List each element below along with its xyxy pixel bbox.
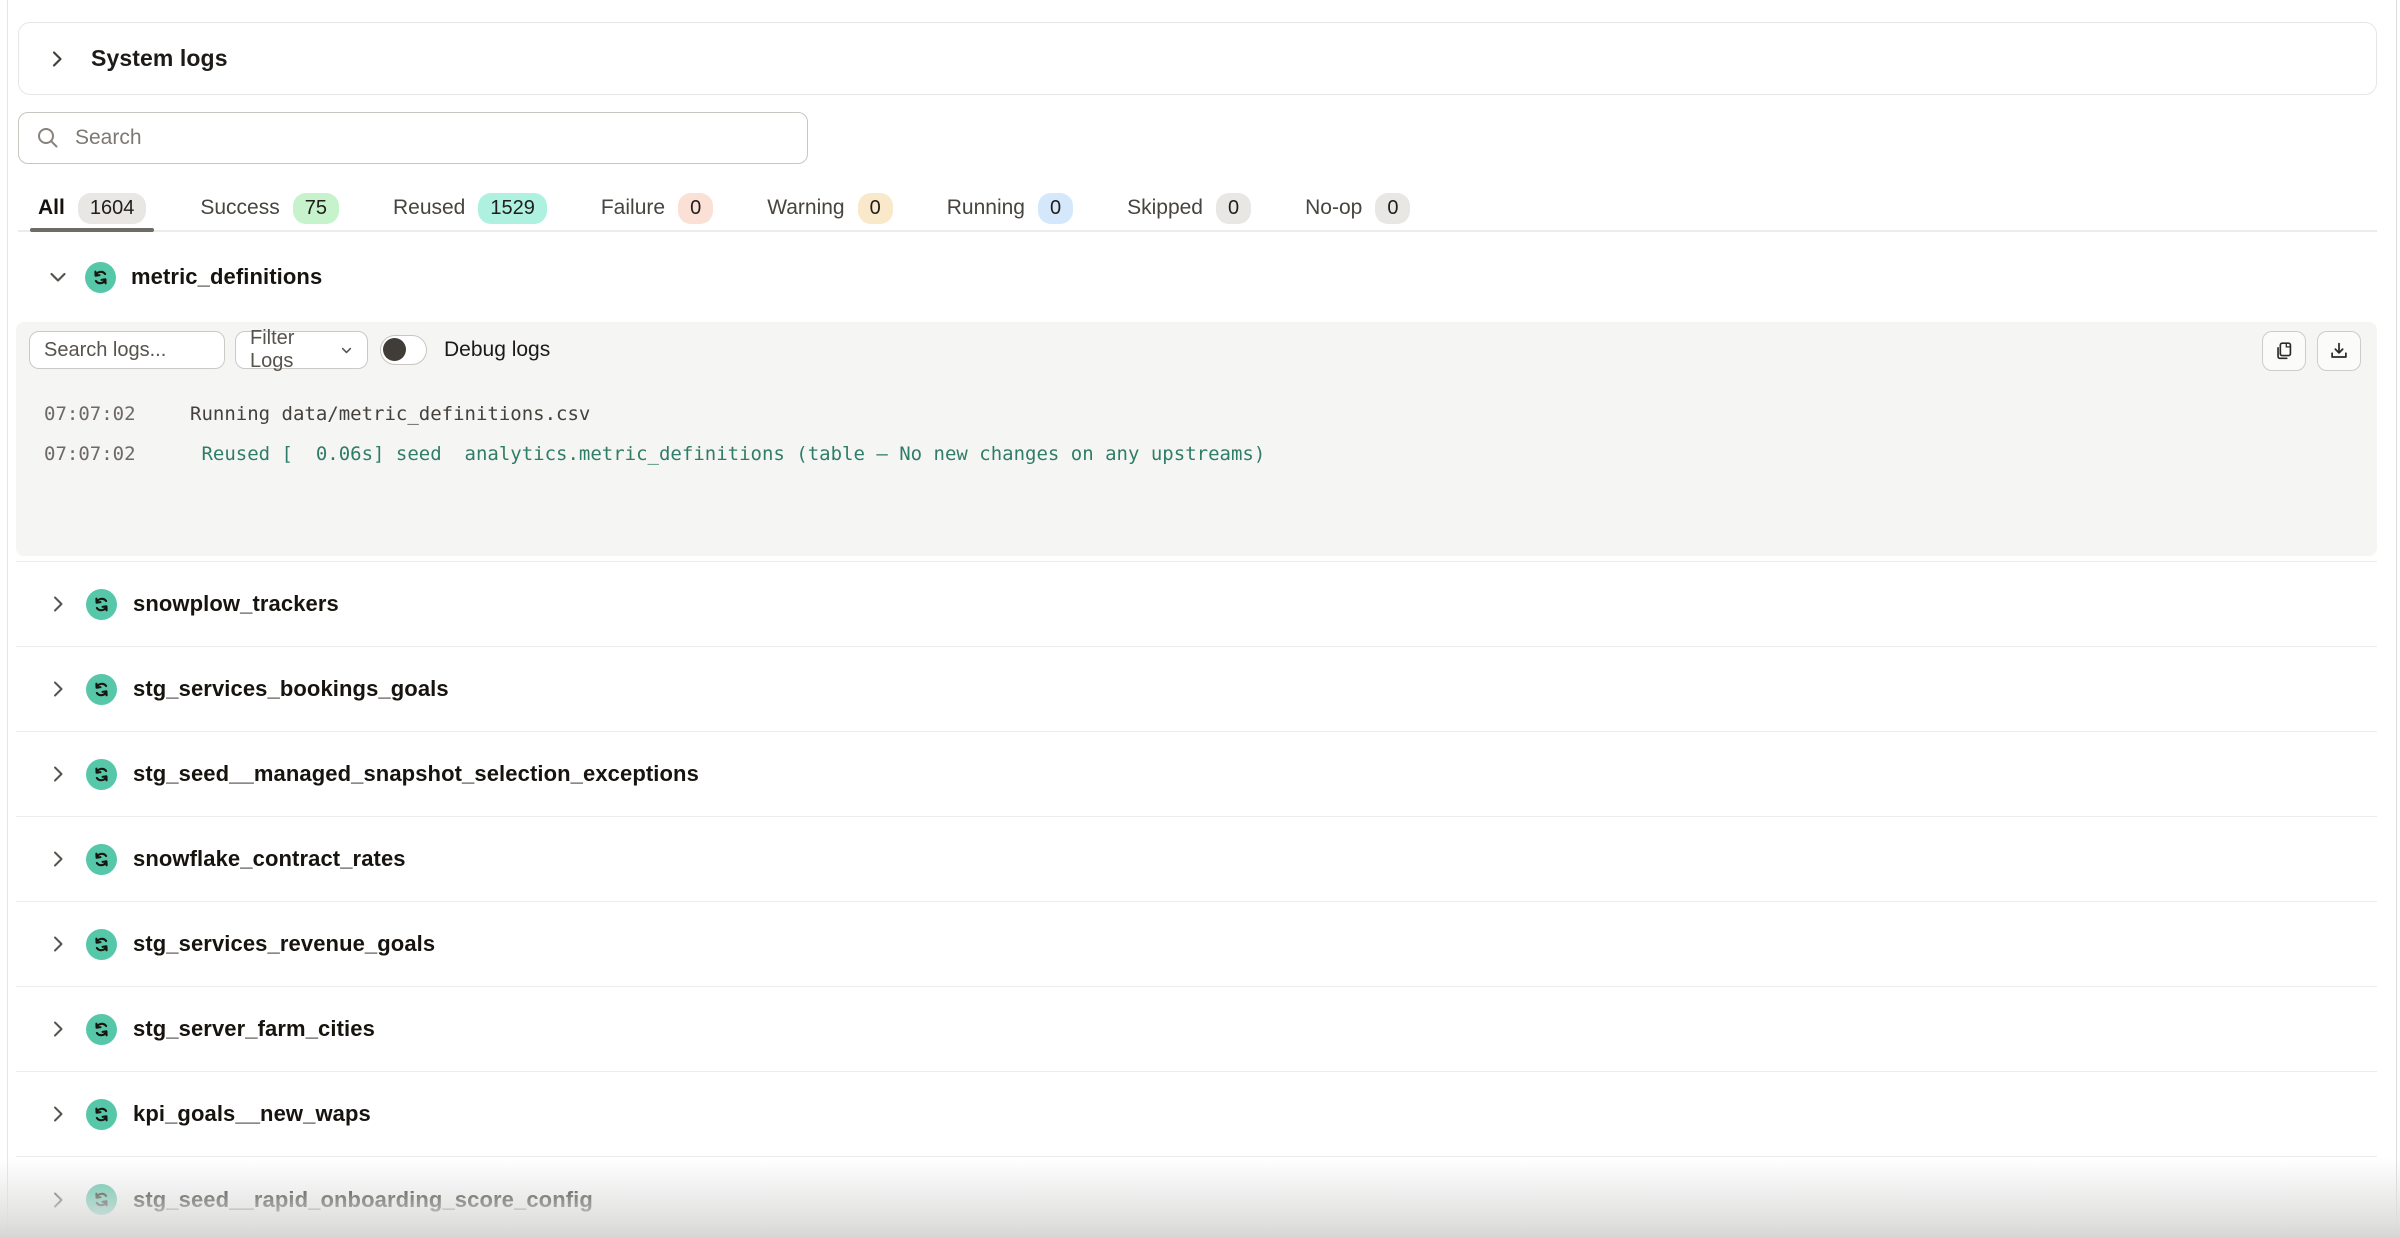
chevron-right-icon [45,47,69,71]
log-line: 07:07:02 Reused [ 0.06s] seed analytics.… [44,434,2357,474]
seed-sync-icon [86,759,117,790]
copy-icon [2273,340,2295,362]
log-message: Reused [ 0.06s] seed analytics.metric_de… [190,443,1265,465]
chevron-right-icon [46,1102,70,1126]
log-search-input[interactable] [29,331,225,369]
tab-skipped[interactable]: Skipped 0 [1127,186,1251,230]
chevron-right-icon [46,592,70,616]
right-edge-divider [2396,0,2397,1238]
chevron-right-icon [46,1017,70,1041]
tab-label: Failure [601,196,665,220]
download-logs-button[interactable] [2317,331,2361,371]
log-group-row-kpi_goals__new_waps[interactable]: kpi_goals__new_waps [16,1072,2377,1157]
log-group-label: stg_seed__managed_snapshot_selection_exc… [133,761,699,787]
tab-no-op[interactable]: No-op 0 [1305,186,1410,230]
tab-count-badge: 75 [293,193,339,224]
seed-sync-icon [86,1099,117,1130]
chevron-right-icon [46,762,70,786]
toggle-knob [383,338,406,361]
chevron-right-icon [46,847,70,871]
debug-logs-toggle[interactable] [380,335,427,365]
seed-sync-icon [86,1014,117,1045]
tab-count-badge: 0 [858,193,893,224]
log-output: 07:07:02 Running data/metric_definitions… [44,394,2357,474]
log-console: Filter Logs Debug logs [16,322,2377,556]
tab-label: Success [200,196,279,220]
app-root: System logs All 1604 Success 75 Reused 1… [0,0,2400,1238]
tab-count-badge: 1529 [478,193,547,224]
search-icon [35,125,61,151]
seed-sync-icon [86,589,117,620]
copy-logs-button[interactable] [2262,331,2306,371]
log-group-label: stg_services_bookings_goals [133,676,449,702]
tab-count-badge: 1604 [78,193,147,224]
tab-count-badge: 0 [1375,193,1410,224]
seed-sync-icon [86,844,117,875]
log-group-label: stg_services_revenue_goals [133,931,435,957]
system-logs-title: System logs [91,45,228,72]
log-group-label: snowflake_contract_rates [133,846,406,872]
log-group-row-stg_services_bookings_goals[interactable]: stg_services_bookings_goals [16,647,2377,732]
tab-reused[interactable]: Reused 1529 [393,186,547,230]
log-line: 07:07:02 Running data/metric_definitions… [44,394,2357,434]
filter-logs-label: Filter Logs [250,327,338,373]
tab-failure[interactable]: Failure 0 [601,186,713,230]
chevron-down-icon [46,265,70,289]
log-group-row-stg_server_farm_cities[interactable]: stg_server_farm_cities [16,987,2377,1072]
log-group-label: stg_server_farm_cities [133,1016,375,1042]
active-tab-indicator [30,228,154,232]
seed-sync-icon [85,262,116,293]
log-group-label: snowplow_trackers [133,591,339,617]
tab-all[interactable]: All 1604 [38,186,146,230]
tab-label: Warning [767,196,844,220]
tab-label: Running [947,196,1025,220]
tab-count-badge: 0 [678,193,713,224]
log-toolbar: Filter Logs Debug logs [16,331,2377,369]
tab-warning[interactable]: Warning 0 [767,186,893,230]
tab-count-badge: 0 [1038,193,1073,224]
tab-label: No-op [1305,196,1362,220]
seed-sync-icon [86,674,117,705]
tab-label: Reused [393,196,465,220]
tab-label: Skipped [1127,196,1203,220]
log-timestamp: 07:07:02 [44,403,144,425]
log-group-label: kpi_goals__new_waps [133,1101,371,1127]
download-icon [2328,340,2350,362]
log-group-row-snowplow_trackers[interactable]: snowplow_trackers [16,562,2377,647]
log-group-row-stg_seed__rapid_onboarding_score_config[interactable]: stg_seed__rapid_onboarding_score_config [16,1157,2377,1238]
seed-sync-icon [86,1184,117,1215]
status-tabs: All 1604 Success 75 Reused 1529 Failure … [18,186,2377,232]
section-header-metric-definitions[interactable]: metric_definitions [18,254,2377,300]
log-group-label: stg_seed__rapid_onboarding_score_config [133,1187,593,1213]
system-logs-header[interactable]: System logs [18,22,2377,95]
search-input[interactable] [75,126,807,150]
log-timestamp: 07:07:02 [44,443,144,465]
left-edge-divider [7,0,8,1238]
chevron-down-icon [338,342,355,359]
tab-running[interactable]: Running 0 [947,186,1073,230]
tab-success[interactable]: Success 75 [200,186,339,230]
tab-label: All [38,196,65,220]
filter-logs-dropdown[interactable]: Filter Logs [235,331,368,369]
debug-logs-label: Debug logs [444,331,550,369]
log-group-row-stg_services_revenue_goals[interactable]: stg_services_revenue_goals [16,902,2377,987]
log-group-row-snowflake_contract_rates[interactable]: snowflake_contract_rates [16,817,2377,902]
log-group-list: snowplow_trackers stg_services_bookings_… [16,561,2377,1238]
log-group-row-stg_seed__managed_snapshot_selection_exceptions[interactable]: stg_seed__managed_snapshot_selection_exc… [16,732,2377,817]
chevron-right-icon [46,932,70,956]
chevron-right-icon [46,1188,70,1212]
chevron-right-icon [46,677,70,701]
seed-sync-icon [86,929,117,960]
section-title: metric_definitions [131,264,322,290]
global-search-box [18,112,808,164]
log-message: Running data/metric_definitions.csv [190,403,590,425]
tab-count-badge: 0 [1216,193,1251,224]
